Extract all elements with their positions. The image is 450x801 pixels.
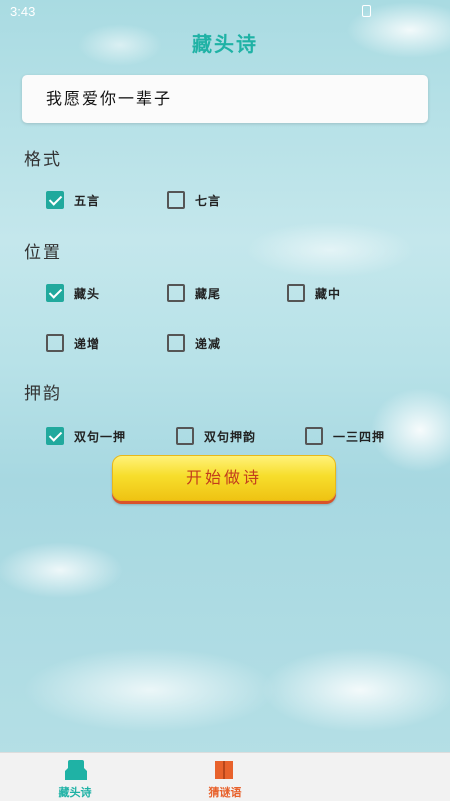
format-section-label: 格式 (24, 150, 62, 170)
page-title: 藏头诗 (192, 32, 258, 56)
format-option-five[interactable]: 五言 (46, 190, 100, 210)
rhyme-option-label: 双句押韵 (204, 429, 257, 444)
position-option-label: 藏中 (315, 286, 342, 301)
position-option-middle[interactable]: 藏中 (287, 283, 341, 303)
position-option-label: 递增 (74, 336, 101, 351)
tab-label: 藏头诗 (58, 786, 92, 799)
position-section-label: 位置 (24, 243, 62, 263)
tab-label: 猜谜语 (208, 786, 242, 799)
home-icon (65, 760, 87, 780)
checkbox-middle[interactable] (287, 284, 305, 302)
rhyme-option-2[interactable]: 双句押韵 (176, 426, 256, 446)
checkbox-head-checked[interactable] (46, 284, 64, 302)
format-option-label: 七言 (195, 193, 222, 208)
position-option-label: 递减 (195, 336, 222, 351)
checkbox-increase[interactable] (46, 334, 64, 352)
format-option-seven[interactable]: 七言 (167, 190, 221, 210)
checkbox-rhyme-1-checked[interactable] (46, 427, 64, 445)
tab-acrostic-poem[interactable]: 藏头诗 (25, 753, 125, 801)
position-option-tail[interactable]: 藏尾 (167, 283, 221, 303)
position-option-label: 藏尾 (195, 286, 222, 301)
checkbox-rhyme-3[interactable] (305, 427, 323, 445)
checkbox-rhyme-2[interactable] (176, 427, 194, 445)
position-option-decrease[interactable]: 递减 (167, 333, 221, 353)
rhyme-option-label: 一三四押 (333, 429, 386, 444)
checkbox-seven[interactable] (167, 191, 185, 209)
book-icon (215, 761, 233, 779)
bottom-tab-bar: 藏头诗 猜谜语 (0, 752, 450, 801)
rhyme-option-1[interactable]: 双句一押 (46, 426, 126, 446)
poem-text-input[interactable]: 我愿爱你一辈子 (22, 75, 428, 123)
position-option-label: 藏头 (74, 286, 101, 301)
vibrate-icon (362, 5, 371, 17)
checkbox-decrease[interactable] (167, 334, 185, 352)
status-time: 3:43 (10, 4, 36, 19)
tab-riddles[interactable]: 猜谜语 (175, 753, 275, 801)
rhyme-section-label: 押韵 (24, 384, 62, 404)
position-option-increase[interactable]: 递增 (46, 333, 100, 353)
rhyme-option-3[interactable]: 一三四押 (305, 426, 385, 446)
start-poem-button[interactable]: 开始做诗 (112, 455, 336, 501)
checkbox-five-checked[interactable] (46, 191, 64, 209)
rhyme-option-label: 双句一押 (74, 429, 127, 444)
checkbox-tail[interactable] (167, 284, 185, 302)
format-option-label: 五言 (74, 193, 101, 208)
position-option-head[interactable]: 藏头 (46, 283, 100, 303)
